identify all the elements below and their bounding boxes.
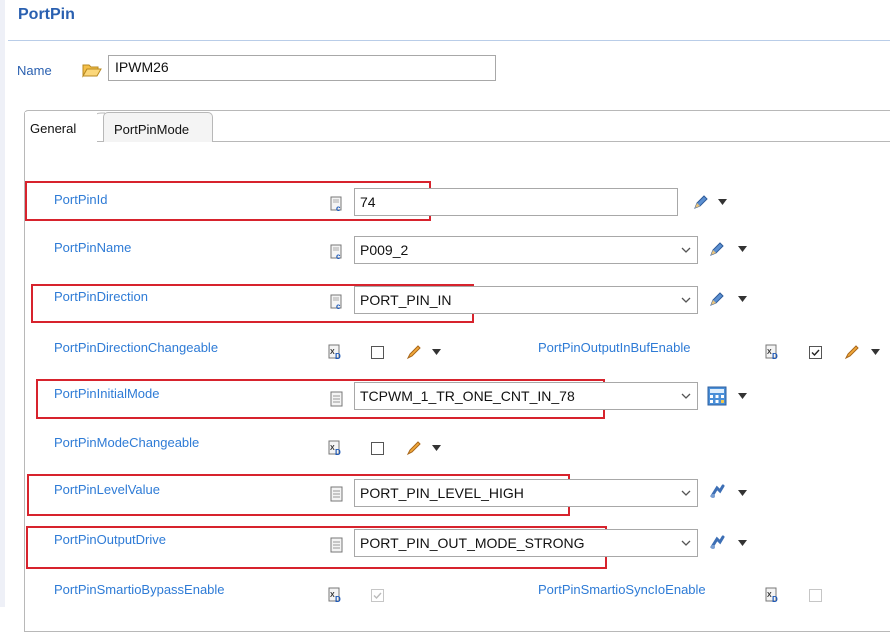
port-pin-initial-mode-value: TCPWM_1_TR_ONE_CNT_IN_78 <box>360 388 575 404</box>
pencil-icon[interactable] <box>708 290 726 308</box>
document-icon <box>330 537 343 553</box>
port-pin-smartio-bypass-enable-label: PortPinSmartioBypassEnable <box>54 582 225 597</box>
port-pin-direction-select[interactable]: PORT_PIN_IN <box>354 286 698 314</box>
svg-text:c: c <box>336 252 341 260</box>
chevron-down-icon[interactable] <box>681 391 691 401</box>
chevron-down-icon[interactable] <box>718 199 727 205</box>
port-pin-level-value-select[interactable]: PORT_PIN_LEVEL_HIGH <box>354 479 698 507</box>
svg-text:D: D <box>772 595 778 603</box>
chevron-down-icon[interactable] <box>738 393 747 399</box>
document-icon <box>330 391 343 407</box>
name-input[interactable]: IPWM26 <box>108 55 496 81</box>
chevron-down-icon[interactable] <box>738 296 747 302</box>
tab-general[interactable]: General <box>25 112 97 142</box>
port-pin-smartio-bypass-enable-checkbox[interactable] <box>371 589 384 602</box>
port-pin-output-drive-label: PortPinOutputDrive <box>54 532 166 547</box>
document-icon <box>330 486 343 502</box>
calculator-icon[interactable] <box>707 386 727 406</box>
checkmark-icon <box>373 592 382 600</box>
svg-text:D: D <box>335 595 341 603</box>
port-pin-initial-mode-select[interactable]: TCPWM_1_TR_ONE_CNT_IN_78 <box>354 382 698 410</box>
svg-text:D: D <box>335 352 341 360</box>
port-pin-smartio-sync-io-enable-checkbox[interactable] <box>809 589 822 602</box>
port-pin-name-select[interactable]: P009_2 <box>354 236 698 264</box>
svg-text:D: D <box>772 352 778 360</box>
port-pin-output-drive-value: PORT_PIN_OUT_MODE_STRONG <box>360 535 585 551</box>
port-pin-name-label: PortPinName <box>54 240 132 255</box>
port-pin-direction-label: PortPinDirection <box>54 289 148 304</box>
svg-text:c: c <box>336 302 341 310</box>
port-pin-output-in-buf-enable-checkbox[interactable] <box>809 346 822 359</box>
port-pin-mode-changeable-checkbox[interactable] <box>371 442 384 455</box>
pencil-icon[interactable] <box>405 439 423 457</box>
port-pin-output-drive-select[interactable]: PORT_PIN_OUT_MODE_STRONG <box>354 529 698 557</box>
link-icon[interactable] <box>708 483 726 501</box>
xsd-type-icon: XD <box>328 344 341 360</box>
chevron-down-icon[interactable] <box>871 349 880 355</box>
chevron-down-icon[interactable] <box>432 445 441 451</box>
xsd-type-icon: XD <box>765 344 778 360</box>
chevron-down-icon[interactable] <box>738 540 747 546</box>
chevron-down-icon[interactable] <box>738 490 747 496</box>
title-divider <box>8 40 890 41</box>
name-label: Name <box>17 63 52 78</box>
document-definition-icon: c <box>330 196 342 212</box>
pencil-icon[interactable] <box>708 240 726 258</box>
xsd-type-icon: XD <box>328 587 341 603</box>
tab-underline <box>97 141 890 142</box>
port-pin-smartio-sync-io-enable-label: PortPinSmartioSyncIoEnable <box>538 582 706 597</box>
folder-open-icon[interactable] <box>82 62 102 83</box>
svg-text:D: D <box>335 448 341 456</box>
port-pin-id-input[interactable]: 74 <box>354 188 678 216</box>
chevron-down-icon[interactable] <box>681 538 691 548</box>
document-definition-icon: c <box>330 244 342 260</box>
checkmark-icon <box>811 349 820 357</box>
port-pin-direction-value: PORT_PIN_IN <box>360 292 452 308</box>
xsd-type-icon: XD <box>328 440 341 456</box>
port-pin-level-value-value: PORT_PIN_LEVEL_HIGH <box>360 485 524 501</box>
document-definition-icon: c <box>330 294 342 310</box>
port-pin-level-value-label: PortPinLevelValue <box>54 482 160 497</box>
left-edge <box>0 0 5 607</box>
port-pin-id-label: PortPinId <box>54 192 108 207</box>
pencil-icon[interactable] <box>405 343 423 361</box>
chevron-down-icon[interactable] <box>681 295 691 305</box>
port-pin-direction-changeable-checkbox[interactable] <box>371 346 384 359</box>
page-title: PortPin <box>18 6 75 23</box>
port-pin-initial-mode-label: PortPinInitialMode <box>54 386 160 401</box>
chevron-down-icon[interactable] <box>432 349 441 355</box>
chevron-down-icon[interactable] <box>738 246 747 252</box>
port-pin-mode-changeable-label: PortPinModeChangeable <box>54 435 200 450</box>
svg-text:c: c <box>336 204 341 212</box>
chevron-down-icon[interactable] <box>681 488 691 498</box>
xsd-type-icon: XD <box>765 587 778 603</box>
port-pin-name-value: P009_2 <box>360 242 409 258</box>
pencil-icon[interactable] <box>843 343 861 361</box>
chevron-down-icon[interactable] <box>681 245 691 255</box>
port-pin-direction-changeable-label: PortPinDirectionChangeable <box>54 340 219 355</box>
pencil-icon[interactable] <box>692 193 710 211</box>
tab-portpinmode[interactable]: PortPinMode <box>103 112 213 142</box>
link-icon[interactable] <box>708 534 726 552</box>
port-pin-output-in-buf-enable-label: PortPinOutputInBufEnable <box>538 340 691 355</box>
